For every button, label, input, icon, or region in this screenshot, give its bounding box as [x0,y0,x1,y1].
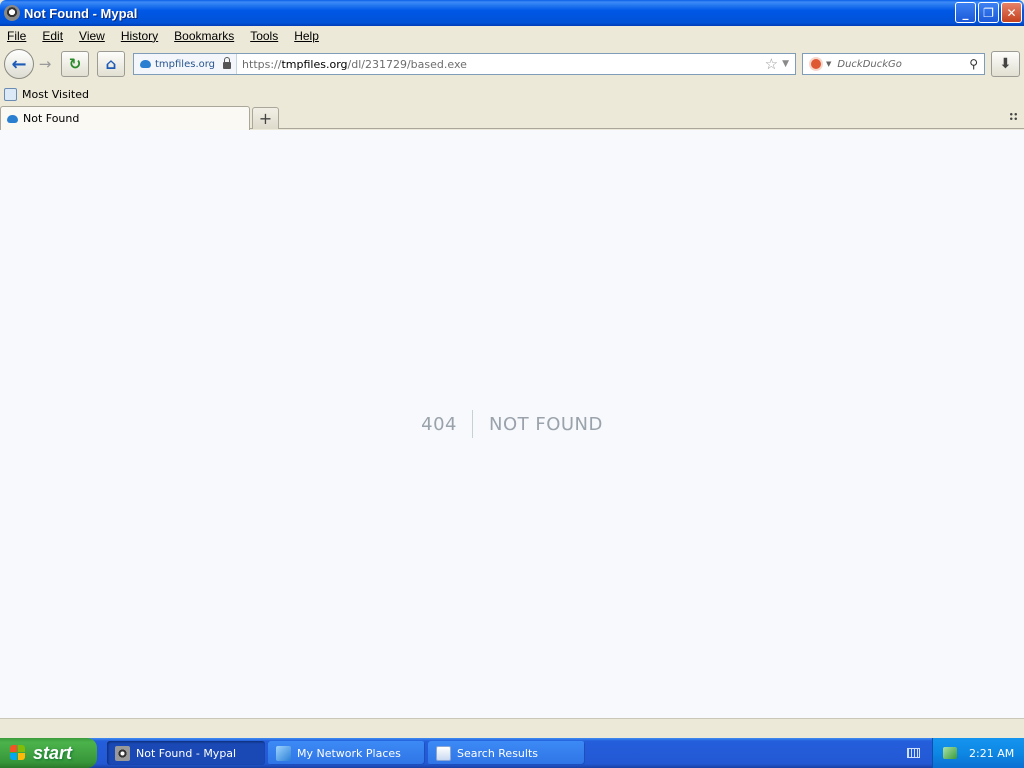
start-label: start [33,742,73,763]
search-bar[interactable]: ▼ ⚲ [802,53,985,75]
reload-icon: ↻ [68,55,82,73]
network-connection-icon[interactable] [943,747,957,759]
system-tray: 2:21 AM [932,738,1024,768]
site-favicon-cloud-icon [140,60,151,68]
bookmarks-toolbar: Most Visited [0,84,1024,104]
error-text: NOT FOUND [488,413,603,435]
status-bar [0,718,1024,738]
duckduckgo-engine-icon[interactable] [809,57,823,71]
keyboard-language-icon[interactable] [907,748,920,758]
home-button[interactable]: ⌂ [97,51,125,77]
menu-view[interactable]: View [79,29,105,43]
taskbar-item-mypal[interactable]: Not Found - Mypal [107,741,265,765]
lock-icon [223,56,232,69]
all-tabs-grid-icon[interactable] [1009,112,1018,121]
menu-file[interactable]: File [7,29,26,43]
taskbar-item-my-network-places[interactable]: My Network Places [268,741,425,765]
menu-help[interactable]: Help [294,29,319,43]
site-identity-button[interactable]: tmpfiles.org [134,54,238,74]
mypal-app-icon[interactable] [4,5,20,21]
downloads-button[interactable]: ⬇ [991,51,1020,77]
engine-dropdown-icon[interactable]: ▼ [826,60,831,68]
download-arrow-icon: ⬇ [999,56,1012,72]
window-controls: _ ❐ ✕ [955,2,1022,23]
plus-icon: + [258,109,273,128]
most-visited-bookmark[interactable]: Most Visited [22,88,89,101]
tab-favicon-cloud-icon [7,114,18,123]
clock[interactable]: 2:21 AM [969,747,1014,760]
mypal-app-icon [115,745,130,761]
error-code: 404 [421,410,473,438]
network-places-icon [276,745,291,761]
tab-strip: Not Found + [0,105,1024,130]
taskbar-item-label: Search Results [457,746,539,760]
page-content: 404 NOT FOUND [0,130,1024,718]
search-input[interactable] [837,58,958,70]
back-button[interactable]: ← [4,49,34,79]
bookmark-star-icon[interactable]: ☆ [765,55,778,73]
maximize-button[interactable]: ❐ [978,2,999,23]
search-magnifier-icon[interactable]: ⚲ [969,57,978,71]
menu-bar: File Edit View History Bookmarks Tools H… [0,26,1024,46]
menu-tools[interactable]: Tools [250,29,278,43]
site-identity-label: tmpfiles.org [155,58,216,70]
window-title: Not Found - Mypal [24,5,138,21]
forward-button[interactable]: → [34,54,56,74]
taskbar: start Not Found - Mypal My Network Place… [0,738,1024,768]
error-message: 404 NOT FOUND [0,410,1024,438]
most-visited-folder-icon [4,87,17,101]
windows-flag-icon [10,744,27,762]
tab-label: Not Found [23,112,80,125]
back-arrow-icon: ← [11,53,27,75]
home-icon: ⌂ [105,55,117,73]
menu-bookmarks[interactable]: Bookmarks [174,29,234,43]
menu-edit[interactable]: Edit [42,29,63,43]
title-bar: Not Found - Mypal _ ❐ ✕ [0,0,1024,26]
taskbar-item-search-results[interactable]: Search Results [428,741,585,765]
taskbar-item-label: My Network Places [297,746,401,760]
close-button[interactable]: ✕ [1001,2,1022,23]
url-host: tmpfiles.org [281,57,348,71]
url-bar[interactable]: tmpfiles.org https://tmpfiles.org/dl/231… [133,53,796,75]
url-history-dropdown-icon[interactable]: ▼ [782,59,789,69]
tab-not-found[interactable]: Not Found [0,106,250,130]
search-results-icon [436,745,451,761]
forward-arrow-icon: → [38,55,52,73]
new-tab-button[interactable]: + [252,107,279,129]
url-scheme: https:// [242,57,282,71]
minimize-button[interactable]: _ [955,2,976,23]
navigation-toolbar: ← → ↻ ⌂ tmpfiles.org https://tmpfiles.or… [0,48,1024,80]
url-path: /dl/231729/based.exe [347,57,467,71]
reload-button[interactable]: ↻ [61,51,89,77]
taskbar-item-label: Not Found - Mypal [136,746,237,760]
url-input[interactable]: https://tmpfiles.org/dl/231729/based.exe [237,58,765,71]
menu-history[interactable]: History [121,29,158,43]
start-button[interactable]: start [0,738,97,768]
